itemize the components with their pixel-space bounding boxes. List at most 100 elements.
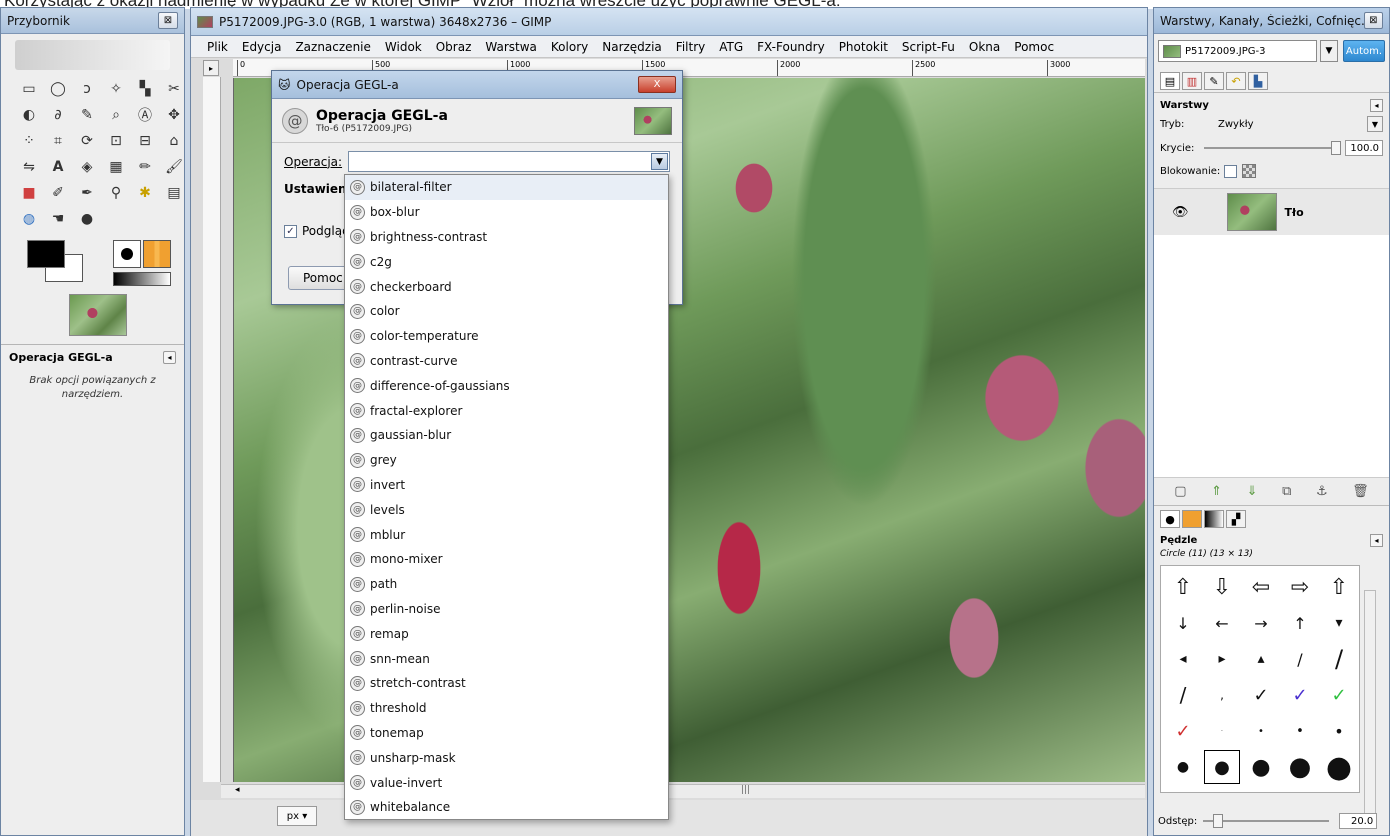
dropdown-option[interactable]: @ mblur bbox=[345, 522, 668, 547]
rotate-icon[interactable]: ⟳ bbox=[75, 130, 99, 152]
opacity-value[interactable]: 100.0 bbox=[1345, 140, 1383, 156]
image-selector[interactable]: P5172009.JPG-3 bbox=[1158, 40, 1317, 62]
dropdown-option[interactable]: @ c2g bbox=[345, 249, 668, 274]
brush-circle-13-icon[interactable]: ● bbox=[1243, 750, 1279, 784]
brush-arrow-up-icon[interactable]: ⇧ bbox=[1165, 570, 1201, 604]
rect-select-icon[interactable]: ▭ bbox=[17, 78, 41, 100]
scale-icon[interactable]: ⊡ bbox=[104, 130, 128, 152]
blur-icon[interactable]: ◍ bbox=[17, 208, 41, 230]
anchor-layer-icon[interactable]: ⚓ bbox=[1316, 484, 1328, 499]
brush-circle-7-icon[interactable]: • bbox=[1321, 714, 1357, 748]
dialog-close-button[interactable]: X bbox=[638, 76, 676, 93]
pencil-icon[interactable]: ✏ bbox=[133, 156, 157, 178]
dropdown-option[interactable]: @ mono-mixer bbox=[345, 547, 668, 572]
dropdown-option[interactable]: @ remap bbox=[345, 621, 668, 646]
zoom-icon[interactable]: ⌕ bbox=[104, 104, 128, 126]
scroll-grip-icon[interactable]: ||| bbox=[741, 785, 750, 795]
dropdown-option[interactable]: @ invert bbox=[345, 473, 668, 498]
brush-check-black-icon[interactable]: ✓ bbox=[1243, 678, 1279, 712]
spacing-slider[interactable] bbox=[1203, 814, 1330, 828]
brush-arrow-up-outline-icon[interactable]: ⇧ bbox=[1321, 570, 1357, 604]
dropdown-option[interactable]: @ difference-of-gaussians bbox=[345, 373, 668, 398]
dropdown-option[interactable]: @ tonemap bbox=[345, 721, 668, 746]
mode-arrow-icon[interactable]: ▼ bbox=[1367, 116, 1383, 132]
brush-small-left-icon[interactable]: ← bbox=[1204, 606, 1240, 640]
tab-undo[interactable]: ↶ bbox=[1226, 72, 1246, 90]
tab-layers[interactable]: ▤ bbox=[1160, 72, 1180, 90]
new-layer-icon[interactable]: ▢ bbox=[1174, 484, 1186, 499]
brush-calligraphy-icon[interactable]: / bbox=[1165, 678, 1201, 712]
spacing-value[interactable]: 20.0 bbox=[1339, 813, 1378, 829]
brush-circle-1-icon[interactable]: · bbox=[1204, 714, 1240, 748]
dropdown-option[interactable]: @ whitebalance bbox=[345, 795, 668, 819]
brushes-menu-icon[interactable]: ◂ bbox=[1370, 534, 1383, 547]
brush-circle-15-icon[interactable]: ● bbox=[1282, 750, 1318, 784]
shear-icon[interactable]: ⊟ bbox=[133, 130, 157, 152]
spacing-slider-knob[interactable] bbox=[1213, 814, 1224, 828]
dropdown-option[interactable]: @ bilateral-filter bbox=[345, 175, 668, 200]
airbrush-icon[interactable]: ✐ bbox=[46, 182, 70, 204]
preview-checkbox[interactable]: ✓ bbox=[284, 224, 297, 238]
brush-chevron-up-icon[interactable]: ▴ bbox=[1243, 642, 1279, 676]
brush-circle-9-icon[interactable]: ● bbox=[1165, 750, 1201, 784]
opacity-slider[interactable] bbox=[1204, 141, 1341, 155]
menu-item-9[interactable]: ATG bbox=[719, 40, 743, 54]
brush-calligraphy-small-icon[interactable]: / bbox=[1282, 642, 1318, 676]
dropdown-option[interactable]: @ perlin-noise bbox=[345, 597, 668, 622]
brush-arrow-right-icon[interactable]: ⇨ bbox=[1282, 570, 1318, 604]
ellipse-select-icon[interactable]: ◯ bbox=[46, 78, 70, 100]
eraser-icon[interactable]: ■ bbox=[17, 182, 41, 204]
pattern-indicator[interactable] bbox=[143, 240, 171, 268]
toolbox-close-icon[interactable]: ⊠ bbox=[158, 12, 178, 29]
menu-item-3[interactable]: Widok bbox=[385, 40, 422, 54]
scissors-icon[interactable]: ✂ bbox=[162, 78, 186, 100]
align-icon[interactable]: ⁘ bbox=[17, 130, 41, 152]
menu-item-12[interactable]: Script-Fu bbox=[902, 40, 955, 54]
gradient-indicator[interactable] bbox=[113, 272, 171, 286]
dropdown-option[interactable]: @ snn-mean bbox=[345, 646, 668, 671]
panel-menu-icon[interactable]: ◂ bbox=[163, 351, 176, 364]
dropdown-option[interactable]: @ checkerboard bbox=[345, 274, 668, 299]
brush-circle-5-icon[interactable]: • bbox=[1282, 714, 1318, 748]
brush-circle-3-icon[interactable]: • bbox=[1243, 714, 1279, 748]
perspective-icon[interactable]: ⌂ bbox=[162, 130, 186, 152]
auto-button[interactable]: Autom. bbox=[1343, 40, 1385, 62]
layer-name[interactable]: Tło bbox=[1285, 206, 1304, 219]
menu-item-13[interactable]: Okna bbox=[969, 40, 1000, 54]
brush-indicator[interactable] bbox=[113, 240, 141, 268]
tab-paths[interactable]: ✎ bbox=[1204, 72, 1224, 90]
dropdown-option[interactable]: @ threshold bbox=[345, 696, 668, 721]
flip-icon[interactable]: ⇋ bbox=[17, 156, 41, 178]
brush-check-red-icon[interactable]: ✓ bbox=[1165, 714, 1201, 748]
tab-brushes[interactable]: ● bbox=[1160, 510, 1180, 528]
dropdown-option[interactable]: @ box-blur bbox=[345, 200, 668, 225]
paths-icon[interactable]: ∂ bbox=[46, 104, 70, 126]
menu-item-10[interactable]: FX-Foundry bbox=[757, 40, 825, 54]
combo-arrow-icon[interactable]: ▼ bbox=[651, 153, 668, 170]
menu-item-2[interactable]: Zaznaczenie bbox=[295, 40, 370, 54]
brush-small-down-icon[interactable]: ↓ bbox=[1165, 606, 1201, 640]
lock-alpha-icon[interactable] bbox=[1242, 164, 1257, 178]
dropdown-option[interactable]: @ unsharp-mask bbox=[345, 745, 668, 770]
dropdown-option[interactable]: @ contrast-curve bbox=[345, 349, 668, 374]
raise-layer-icon[interactable]: ⇑ bbox=[1211, 484, 1222, 499]
layers-menu-icon[interactable]: ◂ bbox=[1370, 99, 1383, 112]
dodge-burn-icon[interactable]: ● bbox=[75, 208, 99, 230]
dropdown-option[interactable]: @ value-invert bbox=[345, 770, 668, 795]
bucket-fill-icon[interactable]: ◈ bbox=[75, 156, 99, 178]
brush-arrow-down-icon[interactable]: ⇩ bbox=[1204, 570, 1240, 604]
operation-combo[interactable]: ▼ bbox=[348, 151, 670, 172]
dropdown-option[interactable]: @ brightness-contrast bbox=[345, 225, 668, 250]
crop-icon[interactable]: ⌗ bbox=[46, 130, 70, 152]
dropdown-option[interactable]: @ fractal-explorer bbox=[345, 398, 668, 423]
menu-item-1[interactable]: Edycja bbox=[242, 40, 282, 54]
lasso-icon[interactable]: ↄ bbox=[75, 78, 99, 100]
dropdown-option[interactable]: @ gaussian-blur bbox=[345, 423, 668, 448]
dropdown-option[interactable]: @ path bbox=[345, 572, 668, 597]
menu-item-0[interactable]: Plik bbox=[207, 40, 228, 54]
tab-channels[interactable]: ▥ bbox=[1182, 72, 1202, 90]
brush-small-right-icon[interactable]: → bbox=[1243, 606, 1279, 640]
tab-fonts[interactable]: ▞ bbox=[1226, 510, 1246, 528]
move-icon[interactable]: ✥ bbox=[162, 104, 186, 126]
menu-item-6[interactable]: Kolory bbox=[551, 40, 588, 54]
